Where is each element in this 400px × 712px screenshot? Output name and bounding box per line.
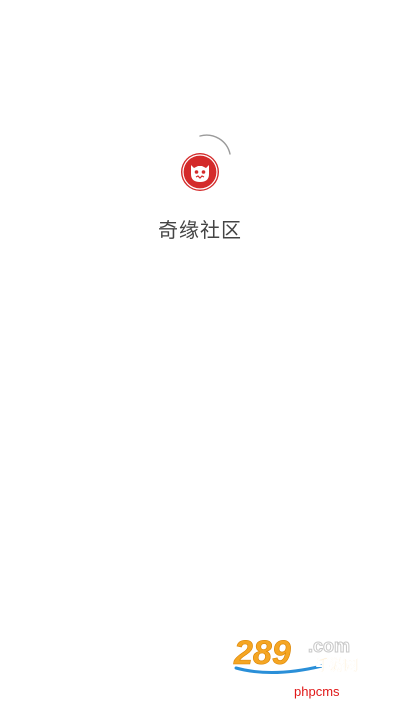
app-logo-icon — [181, 153, 219, 191]
svg-text:.com: .com — [308, 636, 350, 656]
app-name: 奇缘社区 — [158, 218, 242, 242]
splash-screen: 奇缘社区 289 .com 手游网 phpcms — [0, 0, 400, 712]
watermark-footer-text: phpcms — [294, 684, 340, 699]
svg-text:289: 289 — [233, 634, 291, 672]
watermark-logo-icon: 289 .com 手游网 — [233, 634, 359, 675]
site-watermark: 289 .com 手游网 — [232, 630, 382, 678]
svg-text:手游网: 手游网 — [316, 657, 358, 674]
